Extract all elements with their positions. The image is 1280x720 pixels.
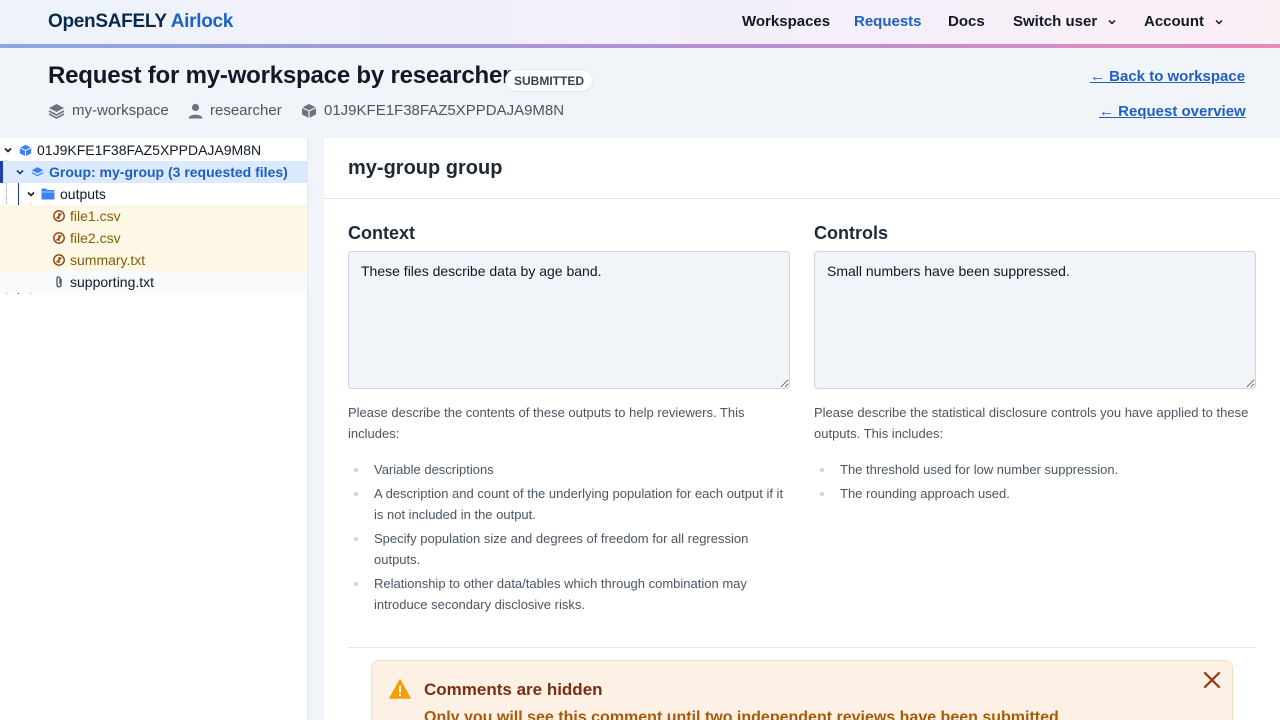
folder-icon (41, 188, 55, 200)
tree-file[interactable]: summary.txt (0, 249, 307, 271)
tree-folder[interactable]: outputs (0, 183, 307, 205)
page-title: Request for my-workspace by researcher (48, 62, 512, 89)
alert-body: Only you will see this comment until two… (424, 709, 1059, 720)
content-gutter (308, 138, 324, 720)
tree-group[interactable]: Group: my-group (3 requested files) (0, 161, 307, 183)
alert-title: Comments are hidden (424, 680, 603, 699)
tree-file[interactable]: file1.csv (0, 205, 307, 227)
request-overview-link[interactable]: ← Request overview (1099, 103, 1246, 120)
tree-root-label: 01J9KFE1F38FAZ5XPPDAJA9M8N (37, 142, 262, 158)
meta-user: researcher (188, 102, 282, 119)
list-item: The rounding approach used. (814, 483, 1256, 504)
file-changed-icon (53, 254, 65, 266)
divider (348, 647, 1256, 648)
file-changed-icon (53, 210, 65, 222)
user-icon (188, 103, 203, 118)
nav-workspaces[interactable]: Workspaces (742, 13, 830, 30)
list-item: Specify population size and degrees of f… (348, 528, 790, 570)
context-textarea[interactable]: These files describe data by age band. (348, 251, 790, 389)
list-item: A description and count of the underlyin… (348, 483, 790, 525)
status-badge: SUBMITTED (505, 69, 593, 92)
list-item: Relationship to other data/tables which … (348, 573, 790, 615)
controls-help-text: Please describe the statistical disclosu… (814, 405, 1249, 441)
meta-request-id-text: 01J9KFE1F38FAZ5XPPDAJA9M8N (324, 102, 565, 119)
chevron-down-icon (1108, 20, 1116, 25)
tree-file-label: summary.txt (70, 252, 146, 268)
chevron-down-icon (4, 147, 12, 153)
tree-supporting-label: supporting.txt (70, 274, 155, 290)
controls-heading: Controls (814, 223, 888, 243)
tree-file[interactable]: file2.csv (0, 227, 307, 249)
tree-supporting-file[interactable]: supporting.txt (0, 271, 307, 293)
nav-account-label: Account (1144, 13, 1204, 30)
brand-product: Airlock (170, 11, 234, 32)
controls-help: Please describe the statistical disclosu… (814, 402, 1256, 507)
nav-docs[interactable]: Docs (948, 13, 985, 30)
nav-switch-user-label: Switch user (1013, 13, 1098, 30)
back-to-workspace-link[interactable]: ← Back to workspace (1090, 68, 1245, 85)
tree-folder-label: outputs (60, 186, 106, 202)
controls-help-list: The threshold used for low number suppre… (814, 459, 1256, 504)
chevron-down-icon (1215, 20, 1223, 25)
context-heading: Context (348, 223, 415, 243)
nav-account[interactable]: Account (1144, 13, 1224, 30)
nav-switch-user[interactable]: Switch user (1013, 13, 1117, 30)
meta-request-id: 01J9KFE1F38FAZ5XPPDAJA9M8N (301, 102, 564, 119)
divider (324, 198, 1280, 199)
chevron-down-icon (16, 169, 24, 175)
list-item: The threshold used for low number suppre… (814, 459, 1256, 480)
layers-icon (31, 166, 44, 176)
tree-root[interactable]: 01J9KFE1F38FAZ5XPPDAJA9M8N (0, 139, 307, 161)
warning-icon (389, 679, 411, 699)
brand-name: OpenSAFELY (48, 11, 167, 32)
list-item: Variable descriptions (348, 459, 790, 480)
cube-icon (301, 103, 317, 118)
meta-workspace-text: my-workspace (72, 102, 169, 119)
group-title: my-group group (348, 157, 503, 179)
context-help-text: Please describe the contents of these ou… (348, 405, 745, 441)
file-tree: 01J9KFE1F38FAZ5XPPDAJA9M8N Group: my-gro… (0, 138, 308, 720)
nav-requests[interactable]: Requests (854, 13, 922, 30)
tree-file-label: file2.csv (70, 230, 121, 246)
context-help-list: Variable descriptions A description and … (348, 459, 790, 615)
brand-logo[interactable]: OpenSAFELY Airlock (48, 11, 233, 33)
cube-icon (19, 144, 32, 156)
controls-textarea[interactable]: Small numbers have been suppressed. (814, 251, 1256, 389)
tree-file-label: file1.csv (70, 208, 121, 224)
chevron-down-icon (27, 191, 35, 197)
close-icon[interactable] (1203, 671, 1221, 689)
context-help: Please describe the contents of these ou… (348, 402, 790, 618)
meta-workspace: my-workspace (48, 102, 169, 119)
tree-group-label: Group: my-group (3 requested files) (49, 164, 288, 180)
file-changed-icon (53, 232, 65, 244)
paperclip-icon (56, 276, 62, 288)
meta-user-text: researcher (210, 102, 282, 119)
layers-icon (48, 103, 65, 119)
